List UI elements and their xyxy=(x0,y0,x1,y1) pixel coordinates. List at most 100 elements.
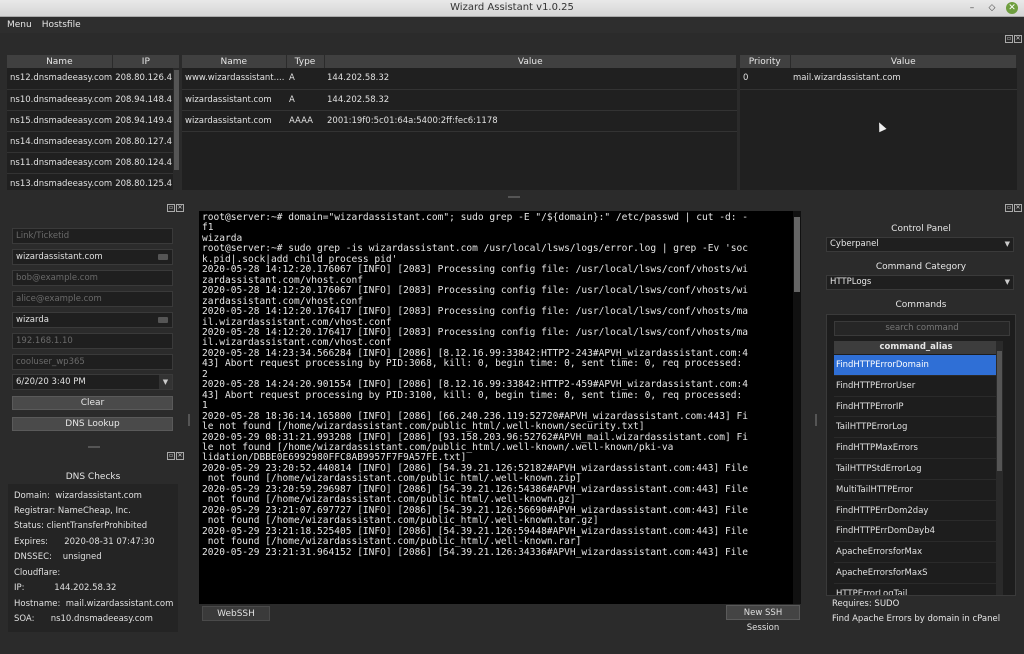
ns-header-name[interactable]: Name xyxy=(7,55,113,68)
dns-check-soa: SOA: ns10.dnsmadeeasy.com xyxy=(14,614,153,624)
clear-field-icon[interactable] xyxy=(158,317,168,323)
email-field-2[interactable]: alice@example.com xyxy=(12,291,173,307)
mx-header-priority[interactable]: Priority xyxy=(740,55,791,68)
search-command-input[interactable]: search command xyxy=(834,321,1010,336)
close-icon[interactable]: ✕ xyxy=(1006,2,1018,14)
chevron-down-icon: ▼ xyxy=(1004,278,1010,286)
list-item[interactable]: TailHTTPErrorLog xyxy=(834,417,998,439)
form-splitter[interactable] xyxy=(88,446,100,448)
command-list-scrollbar[interactable] xyxy=(996,341,1003,595)
list-item[interactable]: FindHTTPErrorDomain xyxy=(834,355,998,376)
email-field-1[interactable]: bob@example.com xyxy=(12,270,173,286)
database-input[interactable]: cooluser_wp365 xyxy=(12,354,173,370)
dns-checks-panel: Domain: wizardassistant.com Registrar: N… xyxy=(8,484,178,632)
list-item[interactable]: MultiTailHTTPError xyxy=(834,480,998,501)
dock-close-icon[interactable]: ✕ xyxy=(1014,204,1022,212)
table-row[interactable]: wizardassistant.com AAAA 2001:19f0:5c01:64… xyxy=(182,110,737,132)
domain-input[interactable]: wizardassistant.com xyxy=(12,249,173,265)
table-row[interactable]: ns14.dnsmadeeasy.com 208.80.127.4 xyxy=(7,131,180,153)
command-description: Find Apache Errors by domain in cPanel xyxy=(832,614,1001,624)
list-item[interactable]: FindHTTPErrorUser xyxy=(834,376,998,397)
list-item[interactable]: ApacheErrorsforMax xyxy=(834,542,998,563)
list-item[interactable]: FindHTTPErrorIP xyxy=(834,397,998,418)
dns-records-table: Name Type Value www.wizardassistant.... A… xyxy=(182,55,737,190)
command-category-select[interactable]: HTTPLogs ▼ xyxy=(826,275,1014,290)
ns-header-ip[interactable]: IP xyxy=(112,55,180,68)
ticket-input[interactable]: Link/Ticketid xyxy=(12,228,173,244)
datetime-input[interactable]: 6/20/20 3:40 PM ▼ xyxy=(12,374,173,390)
list-item[interactable]: FindHTTPErrDomDayb4 xyxy=(834,521,998,543)
command-list: FindHTTPErrorDomain FindHTTPErrorUser Fi… xyxy=(834,355,998,595)
table-row[interactable]: 0 mail.wizardassistant.com xyxy=(740,68,1017,90)
dns-lookup-button[interactable]: DNS Lookup xyxy=(12,417,173,431)
ssh-terminal[interactable]: root@server:~# domain="wizardassistant.c… xyxy=(199,211,801,604)
ip-input[interactable]: 192.168.1.10 xyxy=(12,333,173,349)
new-ssh-session-button[interactable]: New SSH Session xyxy=(726,605,800,633)
chevron-down-icon[interactable]: ▼ xyxy=(159,375,172,389)
dns-checks-title: DNS Checks xyxy=(65,472,121,482)
terminal-scrollbar[interactable] xyxy=(793,211,801,604)
dns-check-ip: IP: 144.202.58.32 xyxy=(14,583,117,593)
terminal-output: root@server:~# domain="wizardassistant.c… xyxy=(202,212,749,558)
right-vertical-splitter[interactable] xyxy=(815,414,817,426)
float-icon[interactable]: ▫ xyxy=(167,204,175,212)
chevron-down-icon: ▼ xyxy=(1004,240,1010,248)
dns-check-cloudflare: Cloudflare: xyxy=(14,568,61,578)
dns-check-hostname: Hostname: mail.wizardassistant.com xyxy=(14,599,174,609)
dock-controls-form: ▫ ✕ xyxy=(167,204,184,212)
clear-button[interactable]: Clear xyxy=(12,396,173,410)
command-alias-header[interactable]: command_alias xyxy=(834,341,998,354)
left-vertical-splitter[interactable] xyxy=(188,414,190,426)
commands-label: Commands xyxy=(895,300,947,310)
float-icon[interactable]: ▫ xyxy=(1005,35,1013,43)
menu-bar: Menu Hostsfile xyxy=(0,17,1024,33)
horizontal-splitter[interactable] xyxy=(508,196,520,198)
clear-field-icon[interactable] xyxy=(158,254,168,260)
menu-item-hostsfile[interactable]: Hostsfile xyxy=(42,20,81,30)
table-row[interactable]: ns12.dnsmadeeasy.com 208.80.126.4 xyxy=(7,68,180,90)
tab-webssh[interactable]: WebSSH xyxy=(202,606,270,621)
dock-controls-top: ▫ ✕ xyxy=(1005,35,1022,43)
dns-check-domain: Domain: wizardassistant.com xyxy=(14,491,142,501)
control-panel-label: Control Panel xyxy=(891,224,951,234)
list-item[interactable]: FindHTTPErrDom2day xyxy=(834,501,998,522)
mx-header-value[interactable]: Value xyxy=(790,55,1017,68)
table-row[interactable]: www.wizardassistant.... A 144.202.58.32 xyxy=(182,68,737,90)
dns-check-registrar: Registrar: NameCheap, Inc. xyxy=(14,506,131,516)
minimize-icon[interactable]: – xyxy=(966,2,978,14)
table-row[interactable]: ns10.dnsmadeeasy.com 208.94.148.4 xyxy=(7,89,180,111)
float-icon[interactable]: ▫ xyxy=(167,452,175,460)
list-item[interactable]: ApacheErrorsforMaxS xyxy=(834,563,998,584)
dock-close-icon[interactable]: ✕ xyxy=(176,204,184,212)
list-item[interactable]: HTTPErrorLogTail xyxy=(834,584,998,595)
command-category-label: Command Category xyxy=(875,262,967,272)
records-header-name[interactable]: Name xyxy=(182,55,287,68)
float-icon[interactable]: ▫ xyxy=(1005,204,1013,212)
user-input[interactable]: wizarda xyxy=(12,312,173,328)
restore-icon[interactable]: ◇ xyxy=(986,2,998,14)
table-row[interactable]: ns15.dnsmadeeasy.com 208.94.149.4 xyxy=(7,110,180,132)
table-row[interactable]: ns13.dnsmadeeasy.com 208.80.125.4 xyxy=(7,173,180,190)
control-panel-select[interactable]: Cyberpanel ▼ xyxy=(826,237,1014,252)
list-item[interactable]: FindHTTPMaxErrors xyxy=(834,438,998,459)
nameserver-table: Name IP ns12.dnsmadeeasy.com 208.80.126.4… xyxy=(7,55,180,190)
window-title: Wizard Assistant v1.0.25 xyxy=(450,2,574,13)
title-bar: Wizard Assistant v1.0.25 – ◇ ✕ xyxy=(0,0,1024,17)
table-row[interactable]: wizardassistant.com A 144.202.58.32 xyxy=(182,89,737,111)
ns-scrollbar[interactable] xyxy=(173,68,180,190)
requires-label: Requires: SUDO xyxy=(832,599,900,609)
app-window: Wizard Assistant v1.0.25 – ◇ ✕ Menu Host… xyxy=(0,0,1024,654)
table-row[interactable]: ns11.dnsmadeeasy.com 208.80.124.4 xyxy=(7,152,180,174)
list-item[interactable]: TailHTTPStdErrorLog xyxy=(834,459,998,480)
commands-panel: search command command_alias FindHTTPErr… xyxy=(826,314,1016,596)
dns-check-dnssec: DNSSEC: unsigned xyxy=(14,552,102,562)
dock-close-icon[interactable]: ✕ xyxy=(1014,35,1022,43)
dock-close-icon[interactable]: ✕ xyxy=(176,452,184,460)
records-header-value[interactable]: Value xyxy=(324,55,737,68)
records-header-type[interactable]: Type xyxy=(286,55,325,68)
dock-controls-dns: ▫ ✕ xyxy=(167,452,184,460)
dns-check-expires: Expires: 2020-08-31 07:47:30 xyxy=(14,537,155,547)
dns-check-status: Status: clientTransferProhibited xyxy=(14,521,148,531)
menu-item-menu[interactable]: Menu xyxy=(7,20,32,30)
dock-controls-right: ▫ ✕ xyxy=(1005,204,1022,212)
